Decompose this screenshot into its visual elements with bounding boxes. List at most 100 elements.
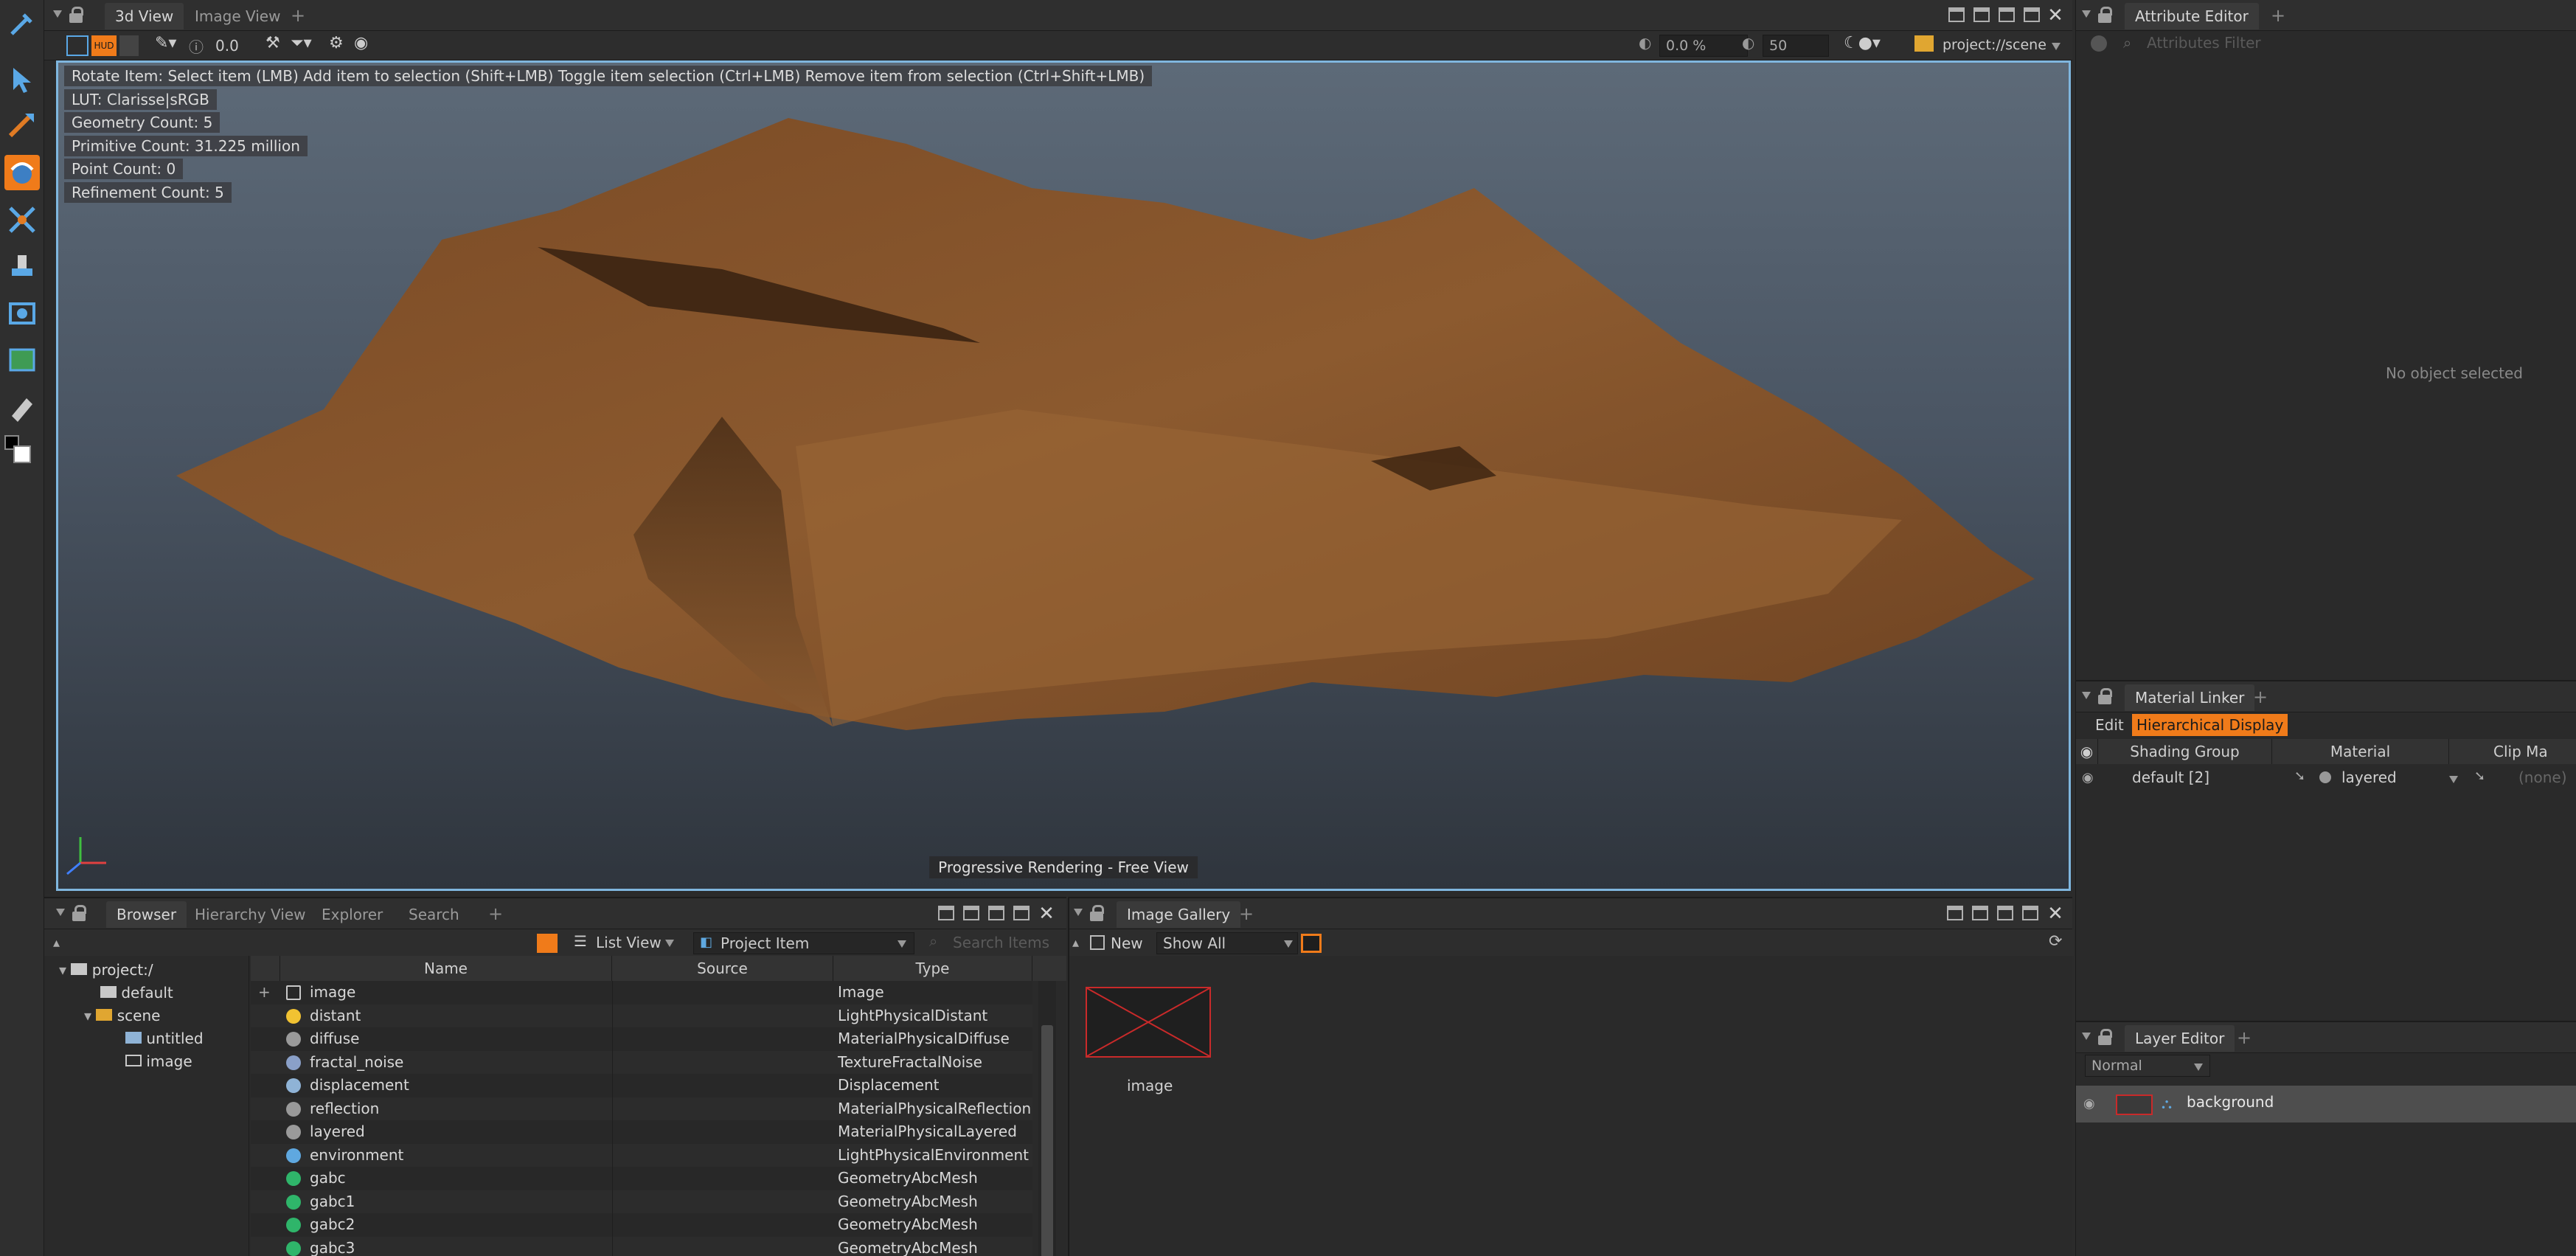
- panel-menu-arrow-icon[interactable]: [53, 10, 62, 18]
- background-color-swatch[interactable]: [13, 445, 31, 463]
- stamp-tool-icon[interactable]: [4, 249, 40, 285]
- tab-3d-view[interactable]: 3d View: [105, 3, 184, 30]
- tab-image-gallery[interactable]: Image Gallery: [1117, 901, 1241, 928]
- link-arrow-icon[interactable]: ➘: [2294, 768, 2305, 784]
- blend-mode-select[interactable]: Normal: [2085, 1055, 2210, 1077]
- column-source[interactable]: Source: [612, 956, 833, 981]
- image-thumbnail[interactable]: [1086, 987, 1211, 1058]
- split-vertical-icon[interactable]: [1972, 906, 1988, 920]
- filter-icon[interactable]: ⏷▾: [291, 34, 312, 52]
- tab-material-linker[interactable]: Material Linker: [2125, 684, 2255, 711]
- view-mode-select[interactable]: List View: [596, 932, 662, 953]
- list-item[interactable]: gabc2 GeometryAbcMesh: [251, 1213, 1032, 1237]
- pick-tool-icon[interactable]: [4, 6, 40, 41]
- show-filter-select[interactable]: Show All: [1156, 932, 1298, 954]
- list-item[interactable]: gabc3 GeometryAbcMesh: [251, 1236, 1032, 1256]
- view-mode-arrow-icon[interactable]: [665, 940, 674, 947]
- tab-layer-editor[interactable]: Layer Editor: [2125, 1025, 2235, 1052]
- project-item-filter[interactable]: ◧ Project Item: [693, 932, 914, 954]
- float-window-icon[interactable]: [1999, 7, 2015, 22]
- 3d-viewport[interactable]: Rotate Item: Select item (LMB) Add item …: [56, 60, 2071, 891]
- expand-icon[interactable]: +: [258, 981, 271, 1005]
- tree-item-scene[interactable]: ▾ scene: [84, 1005, 160, 1027]
- tools-icon[interactable]: ⚒: [265, 34, 280, 52]
- panel-menu-arrow-icon[interactable]: [2082, 1033, 2091, 1040]
- float-window-icon[interactable]: [988, 906, 1004, 920]
- split-vertical-icon[interactable]: [1973, 7, 1990, 22]
- brush-icon[interactable]: ✎▾: [155, 34, 184, 58]
- select-arrow-icon[interactable]: [4, 62, 40, 97]
- scrollbar-thumb[interactable]: [1041, 1025, 1053, 1256]
- maximize-icon[interactable]: [1013, 906, 1030, 920]
- add-tab-button[interactable]: +: [2231, 1025, 2257, 1050]
- material-name[interactable]: layered: [2341, 768, 2397, 786]
- add-tab-button[interactable]: +: [1233, 901, 1260, 926]
- material-link-row[interactable]: ◉ default [2] ➘ layered ➘ (none): [2076, 766, 2576, 791]
- hud-toggle[interactable]: HUD: [91, 35, 117, 56]
- new-button[interactable]: New: [1111, 932, 1143, 954]
- toggle-icon[interactable]: [2091, 35, 2107, 52]
- split-horizontal-icon[interactable]: [938, 906, 954, 920]
- list-item[interactable]: gabc1 GeometryAbcMesh: [251, 1190, 1032, 1213]
- attributes-filter-input[interactable]: Attributes Filter: [2147, 34, 2261, 52]
- add-tab-button[interactable]: +: [285, 3, 311, 28]
- sampling-field[interactable]: 50: [1763, 35, 1829, 57]
- panel-menu-arrow-icon[interactable]: [2082, 10, 2091, 18]
- maximize-icon[interactable]: [2022, 906, 2038, 920]
- list-item[interactable]: layered MaterialPhysicalLayered: [251, 1120, 1032, 1144]
- grid-toggle-icon[interactable]: [119, 35, 139, 56]
- list-item[interactable]: diffuse MaterialPhysicalDiffuse: [251, 1027, 1032, 1051]
- collapse-arrow-icon[interactable]: ▴: [1072, 935, 1079, 951]
- close-icon[interactable]: ✕: [2044, 3, 2066, 28]
- add-tab-button[interactable]: +: [2247, 684, 2274, 709]
- close-icon[interactable]: ✕: [1035, 901, 1058, 926]
- lock-icon[interactable]: [2097, 7, 2113, 23]
- lock-icon[interactable]: [68, 7, 84, 23]
- list-item[interactable]: displacement Displacement: [251, 1074, 1032, 1097]
- list-item[interactable]: + image Image: [251, 981, 1032, 1005]
- maximize-icon[interactable]: [2024, 7, 2040, 22]
- panel-menu-arrow-icon[interactable]: [56, 909, 65, 916]
- clip-link-icon[interactable]: ➘: [2474, 768, 2485, 784]
- viewport-value[interactable]: 0.0: [215, 35, 239, 56]
- expand-arrow-icon[interactable]: ▾: [84, 1007, 91, 1024]
- lock-icon[interactable]: [71, 905, 87, 921]
- lock-icon[interactable]: [2097, 688, 2113, 704]
- tab-explorer[interactable]: Explorer: [311, 901, 393, 928]
- move-tool-icon[interactable]: [4, 108, 40, 143]
- exposure-field[interactable]: 0.0 %: [1659, 35, 1748, 57]
- folder-icon[interactable]: [1914, 35, 1934, 52]
- filter-toggle-icon[interactable]: [537, 934, 558, 953]
- lock-icon[interactable]: [1089, 905, 1105, 921]
- tree-item-image[interactable]: image: [125, 1050, 192, 1073]
- refresh-icon[interactable]: ⟳: [2049, 932, 2062, 951]
- scale-tool-icon[interactable]: [4, 202, 40, 237]
- layer-name[interactable]: background: [2187, 1093, 2274, 1111]
- camera-menu-icon[interactable]: [66, 35, 88, 56]
- list-item[interactable]: reflection MaterialPhysicalReflection: [251, 1097, 1032, 1120]
- split-horizontal-icon[interactable]: [1948, 7, 1965, 22]
- column-material[interactable]: Material: [2272, 739, 2449, 764]
- clip-map-value[interactable]: (none): [2518, 768, 2567, 786]
- panel-menu-arrow-icon[interactable]: [1074, 909, 1083, 916]
- new-image-icon[interactable]: [1090, 935, 1105, 950]
- material-dropdown-arrow-icon[interactable]: [2449, 776, 2458, 783]
- context-dropdown-arrow-icon[interactable]: [2052, 43, 2061, 50]
- add-tab-button[interactable]: +: [2265, 3, 2291, 28]
- layer-row[interactable]: ◉ ⛬ background: [2076, 1086, 2576, 1123]
- visibility-eye-icon[interactable]: ◉: [2082, 770, 2094, 785]
- column-shading-group[interactable]: Shading Group: [2098, 739, 2272, 764]
- rotate-tool-icon[interactable]: [4, 155, 40, 190]
- tab-browser[interactable]: Browser: [106, 901, 187, 928]
- info-icon[interactable]: ⓘ: [189, 35, 204, 57]
- lock-icon[interactable]: [2097, 1029, 2113, 1045]
- camera-tool-icon[interactable]: [4, 295, 40, 330]
- expand-arrow-icon[interactable]: ▾: [59, 961, 66, 979]
- display-options-icon[interactable]: ⚙: [329, 34, 344, 52]
- vertical-scrollbar[interactable]: [1038, 981, 1056, 1256]
- float-window-icon[interactable]: [1997, 906, 2013, 920]
- gallery-option-toggle-icon[interactable]: [1301, 934, 1322, 953]
- tab-image-view[interactable]: Image View: [184, 3, 291, 30]
- list-item[interactable]: environment LightPhysicalEnvironment: [251, 1143, 1032, 1167]
- column-name[interactable]: Name: [280, 956, 612, 981]
